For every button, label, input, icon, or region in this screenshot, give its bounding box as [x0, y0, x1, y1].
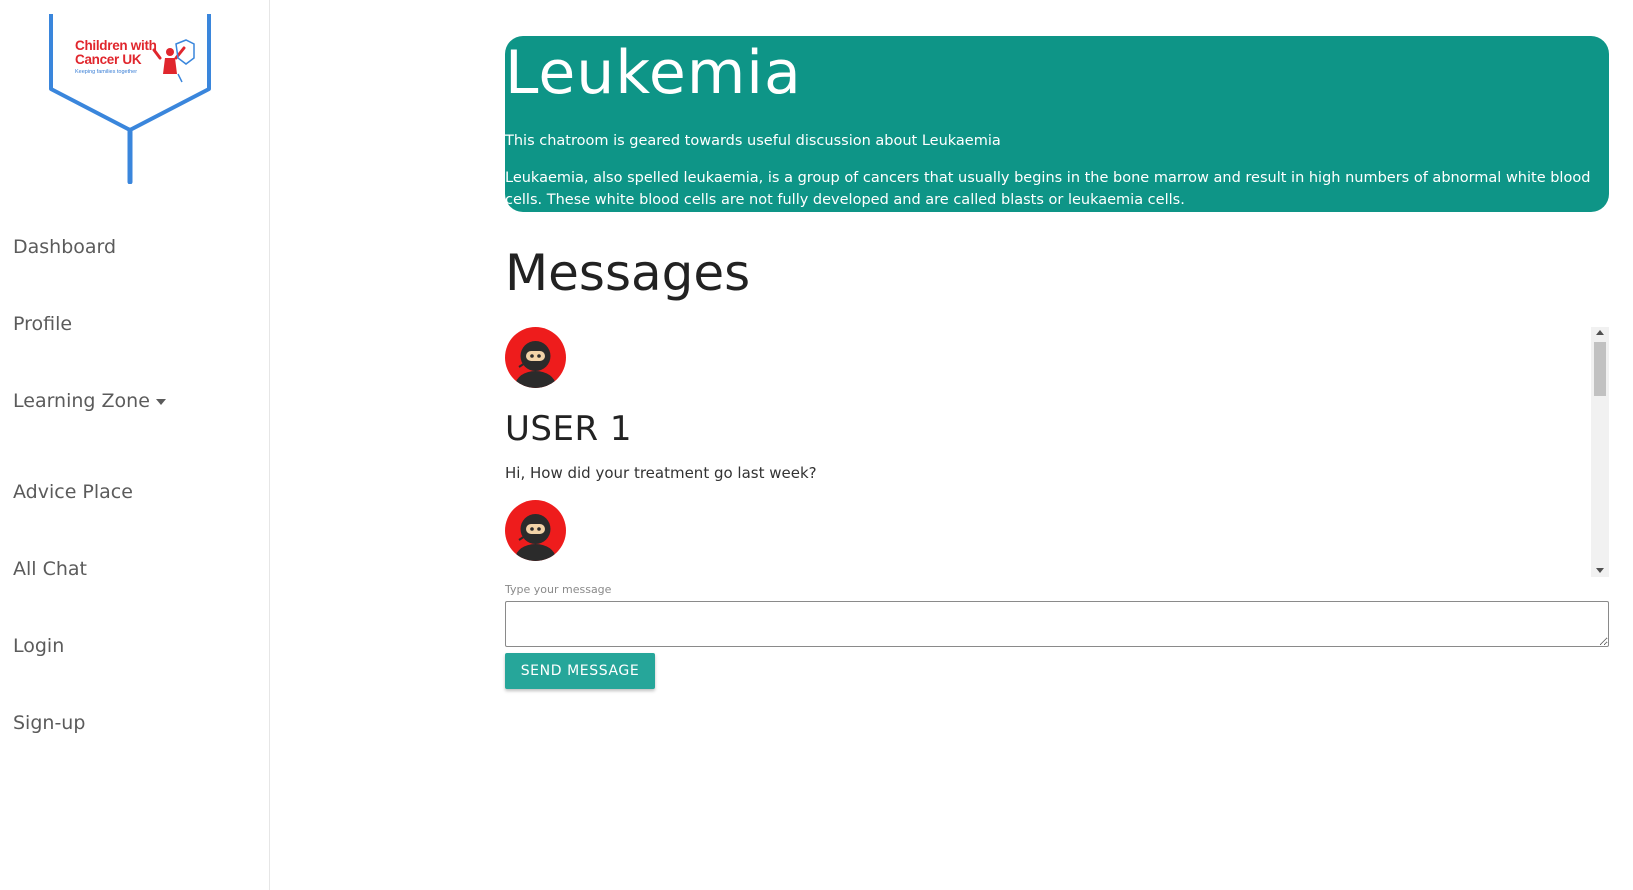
sidebar-item-all-chat[interactable]: All Chat — [13, 558, 87, 580]
send-message-button[interactable]: SEND MESSAGE — [505, 653, 655, 689]
caret-down-icon — [155, 398, 166, 405]
logo-text-line1: Children with — [75, 38, 157, 53]
messages-heading: Messages — [505, 244, 751, 302]
sidebar-item-advice-place[interactable]: Advice Place — [13, 481, 133, 503]
sidebar-item-dashboard[interactable]: Dashboard — [13, 236, 116, 258]
chatroom-description: Leukaemia, also spelled leukaemia, is a … — [505, 170, 1591, 208]
logo[interactable]: Children with Cancer UK Keeping families… — [48, 14, 218, 184]
logo-tagline: Keeping families together — [75, 69, 138, 75]
ninja-avatar-icon — [505, 500, 566, 561]
sidebar-item-login[interactable]: Login — [13, 635, 64, 657]
sidebar: Children with Cancer UK Keeping families… — [0, 0, 270, 890]
message-input[interactable] — [505, 601, 1609, 647]
scrollbar-thumb[interactable] — [1594, 342, 1606, 396]
sidebar-item-learning-zone-label: Learning Zone — [13, 390, 150, 412]
child-figure-icon — [152, 39, 195, 83]
message-text: Hi, How did your treatment go last week? — [505, 464, 817, 482]
ninja-avatar-icon — [505, 327, 566, 388]
chatroom-subtitle: This chatroom is geared towards useful d… — [505, 133, 1001, 149]
message-input-label: Type your message — [505, 583, 612, 596]
message-username: USER 1 — [505, 409, 633, 449]
message-list[interactable]: USER 1 Hi, How did your treatment go las… — [505, 327, 1609, 577]
logo-text-line2: Cancer UK — [75, 52, 142, 67]
sidebar-item-sign-up[interactable]: Sign-up — [13, 712, 85, 734]
scroll-up-arrow-icon[interactable] — [1596, 330, 1604, 335]
sidebar-item-learning-zone[interactable]: Learning Zone — [13, 390, 166, 412]
message-list-scrollbar[interactable] — [1591, 327, 1609, 577]
chatroom-title: Leukemia — [505, 38, 802, 108]
sidebar-item-profile[interactable]: Profile — [13, 313, 72, 335]
logo-text: Children with Cancer UK — [75, 39, 157, 67]
scroll-down-arrow-icon[interactable] — [1596, 568, 1604, 573]
chatroom-banner: Leukemia This chatroom is geared towards… — [505, 36, 1609, 212]
